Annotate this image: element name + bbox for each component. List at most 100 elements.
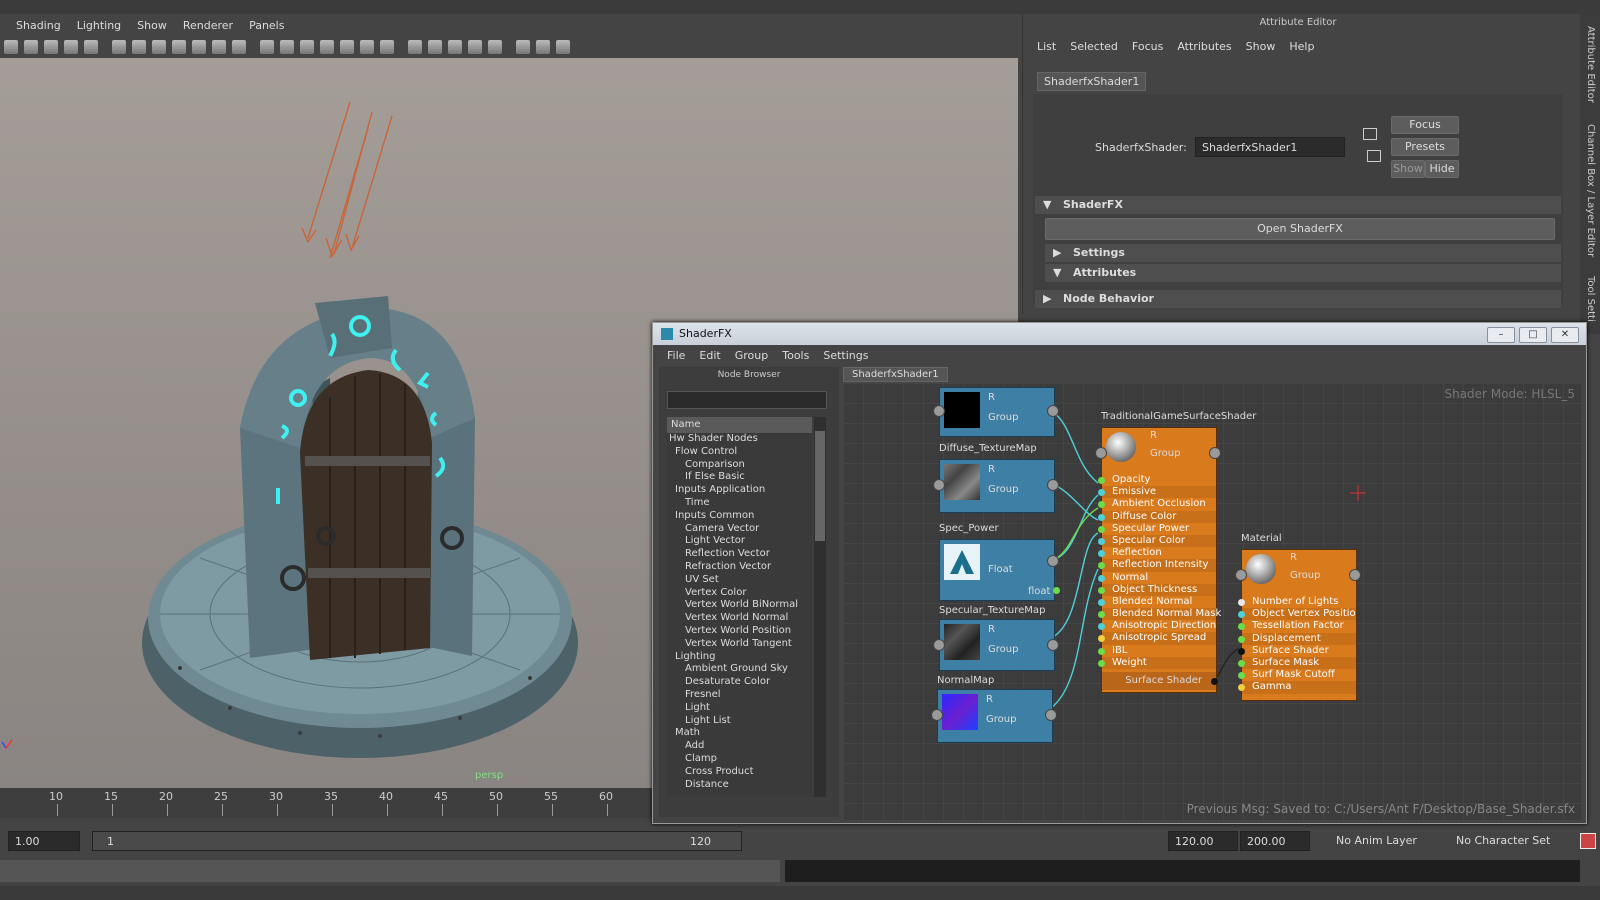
motion-blur-icon[interactable] [448, 40, 462, 54]
port-row[interactable]: Specular Power [1098, 523, 1216, 535]
playback-end-field[interactable]: 120.00 [1168, 831, 1238, 851]
section-settings[interactable]: ▶ Settings [1045, 244, 1561, 262]
resolution-gate-icon[interactable] [152, 40, 166, 54]
node-browser-item[interactable]: If Else Basic [667, 471, 812, 484]
input-pin[interactable] [1235, 569, 1247, 581]
section-shaderfx[interactable]: ▼ ShaderFX [1035, 196, 1561, 214]
film-gate-icon[interactable] [132, 40, 146, 54]
side-tab-tool-settings[interactable]: Tool Setti [1585, 276, 1596, 322]
camera-icon[interactable] [4, 40, 18, 54]
port-row[interactable]: Reflection [1098, 547, 1216, 559]
menu-panels[interactable]: Panels [249, 19, 284, 32]
node-browser-item[interactable]: Light [667, 702, 812, 715]
node-browser-item[interactable]: Hw Shader Nodes [667, 433, 812, 446]
ae-menu-attributes[interactable]: Attributes [1177, 40, 1231, 53]
port-row[interactable]: Anisotropic Spread [1098, 632, 1216, 645]
grid-icon[interactable] [112, 40, 126, 54]
default-material-icon[interactable] [320, 40, 334, 54]
graph-tab[interactable]: ShaderfxShader1 [843, 367, 948, 382]
port-row[interactable]: Emissive [1098, 486, 1216, 499]
port-row[interactable]: Object Thickness [1098, 583, 1216, 596]
shadows-icon[interactable] [380, 40, 394, 54]
xray-icon[interactable] [408, 40, 422, 54]
gate-mask-icon[interactable] [172, 40, 186, 54]
xray-active-icon[interactable] [536, 40, 550, 54]
maximize-icon[interactable]: □ [1519, 327, 1547, 343]
port-row[interactable]: Anisotropic Direction [1098, 620, 1216, 632]
node-browser-item[interactable]: Time [667, 497, 812, 510]
port-row[interactable]: Surface Shader [1238, 645, 1356, 657]
section-attributes[interactable]: ▼ Attributes [1045, 264, 1561, 282]
port-row[interactable]: Number of Lights [1238, 596, 1356, 608]
float-output-port[interactable] [1053, 587, 1060, 594]
port-row[interactable]: Reflection Intensity [1098, 559, 1216, 572]
node-normal-map[interactable]: R Group [937, 689, 1053, 743]
port-row[interactable]: Opacity [1098, 474, 1216, 486]
section-node-behavior[interactable]: ▶ Node Behavior [1035, 290, 1561, 308]
node-browser-item[interactable]: Lighting [667, 651, 812, 664]
output-pin[interactable] [1047, 555, 1059, 567]
menu-shading[interactable]: Shading [16, 19, 61, 32]
port-row[interactable]: Object Vertex Positio [1238, 608, 1356, 621]
menu-show[interactable]: Show [137, 19, 167, 32]
input-connection-icon[interactable] [1363, 128, 1377, 140]
output-pin[interactable] [1047, 479, 1059, 491]
field-chart-icon[interactable] [192, 40, 206, 54]
ae-menu-selected[interactable]: Selected [1070, 40, 1118, 53]
anim-layer-dropdown[interactable]: No Anim Layer [1330, 831, 1440, 851]
input-port-dot[interactable] [1238, 684, 1245, 692]
input-port-dot[interactable] [1098, 586, 1105, 594]
output-pin[interactable] [1045, 709, 1057, 721]
node-diffuse-texture[interactable]: R Group [939, 459, 1055, 513]
input-port-dot[interactable] [1238, 672, 1245, 680]
scroll-thumb[interactable] [815, 431, 825, 541]
ae-menu-focus[interactable]: Focus [1132, 40, 1163, 53]
shaderfx-titlebar[interactable]: ShaderFX – □ ✕ [653, 323, 1586, 345]
safe-action-icon[interactable] [212, 40, 226, 54]
input-port-dot[interactable] [1238, 659, 1245, 667]
input-pin[interactable] [1095, 447, 1107, 459]
range-slider[interactable]: 1 120 [92, 831, 742, 851]
input-port-dot[interactable] [1098, 647, 1105, 655]
node-browser-item[interactable]: Vertex World Position [667, 625, 812, 638]
wireframe-on-shaded-icon[interactable] [300, 40, 314, 54]
command-line[interactable] [0, 860, 780, 882]
input-port-dot[interactable] [1098, 489, 1105, 497]
ambient-occlusion-icon[interactable] [428, 40, 442, 54]
node-traditional-game-surface-shader[interactable]: R Group Opacity Emissive Ambient Occlusion… [1098, 427, 1221, 693]
open-shaderfx-button[interactable]: Open ShaderFX [1045, 218, 1555, 240]
output-connection-icon[interactable] [1367, 150, 1381, 162]
minimize-icon[interactable]: – [1487, 327, 1515, 343]
input-port-dot[interactable] [1098, 525, 1105, 533]
node-specular-texture[interactable]: R Group [939, 619, 1055, 671]
output-pin[interactable] [1349, 569, 1361, 581]
node-browser-item[interactable]: Vertex World BiNormal [667, 599, 812, 612]
port-row[interactable]: Surf Mask Cutoff [1238, 669, 1356, 681]
node-browser-item[interactable]: Cross Product [667, 766, 812, 779]
port-row[interactable]: Diffuse Color [1098, 510, 1216, 523]
node-browser-search[interactable] [667, 391, 827, 409]
input-port-dot[interactable] [1098, 501, 1105, 509]
port-row[interactable]: Specular Color [1098, 534, 1216, 548]
node-browser-item[interactable]: Reflection Vector [667, 548, 812, 561]
node-browser-item[interactable]: Comparison [667, 459, 812, 472]
ae-menu-list[interactable]: List [1037, 40, 1056, 53]
input-port-dot[interactable] [1098, 477, 1105, 484]
port-row[interactable]: Normal [1098, 572, 1216, 584]
input-port-dot[interactable] [1238, 623, 1245, 631]
smooth-shade-icon[interactable] [280, 40, 294, 54]
side-tab-channel-box[interactable]: Channel Box / Layer Editor [1585, 124, 1596, 257]
port-row[interactable]: Ambient Occlusion [1098, 498, 1216, 510]
input-port-dot[interactable] [1098, 537, 1105, 545]
node-browser-item[interactable]: Vertex World Normal [667, 612, 812, 625]
node-browser-item[interactable]: Light Vector [667, 535, 812, 548]
show-button[interactable]: Show [1391, 160, 1425, 178]
port-row[interactable]: Surface Mask [1238, 656, 1356, 670]
node-browser-item[interactable]: Refraction Vector [667, 561, 812, 574]
node-browser-item[interactable]: Light List [667, 715, 812, 728]
node-browser-item[interactable]: Ambient Ground Sky [667, 663, 812, 676]
input-pin[interactable] [933, 479, 945, 491]
input-pin[interactable] [933, 405, 945, 417]
input-port-dot[interactable] [1098, 562, 1105, 570]
isolate-select-icon[interactable] [488, 40, 502, 54]
